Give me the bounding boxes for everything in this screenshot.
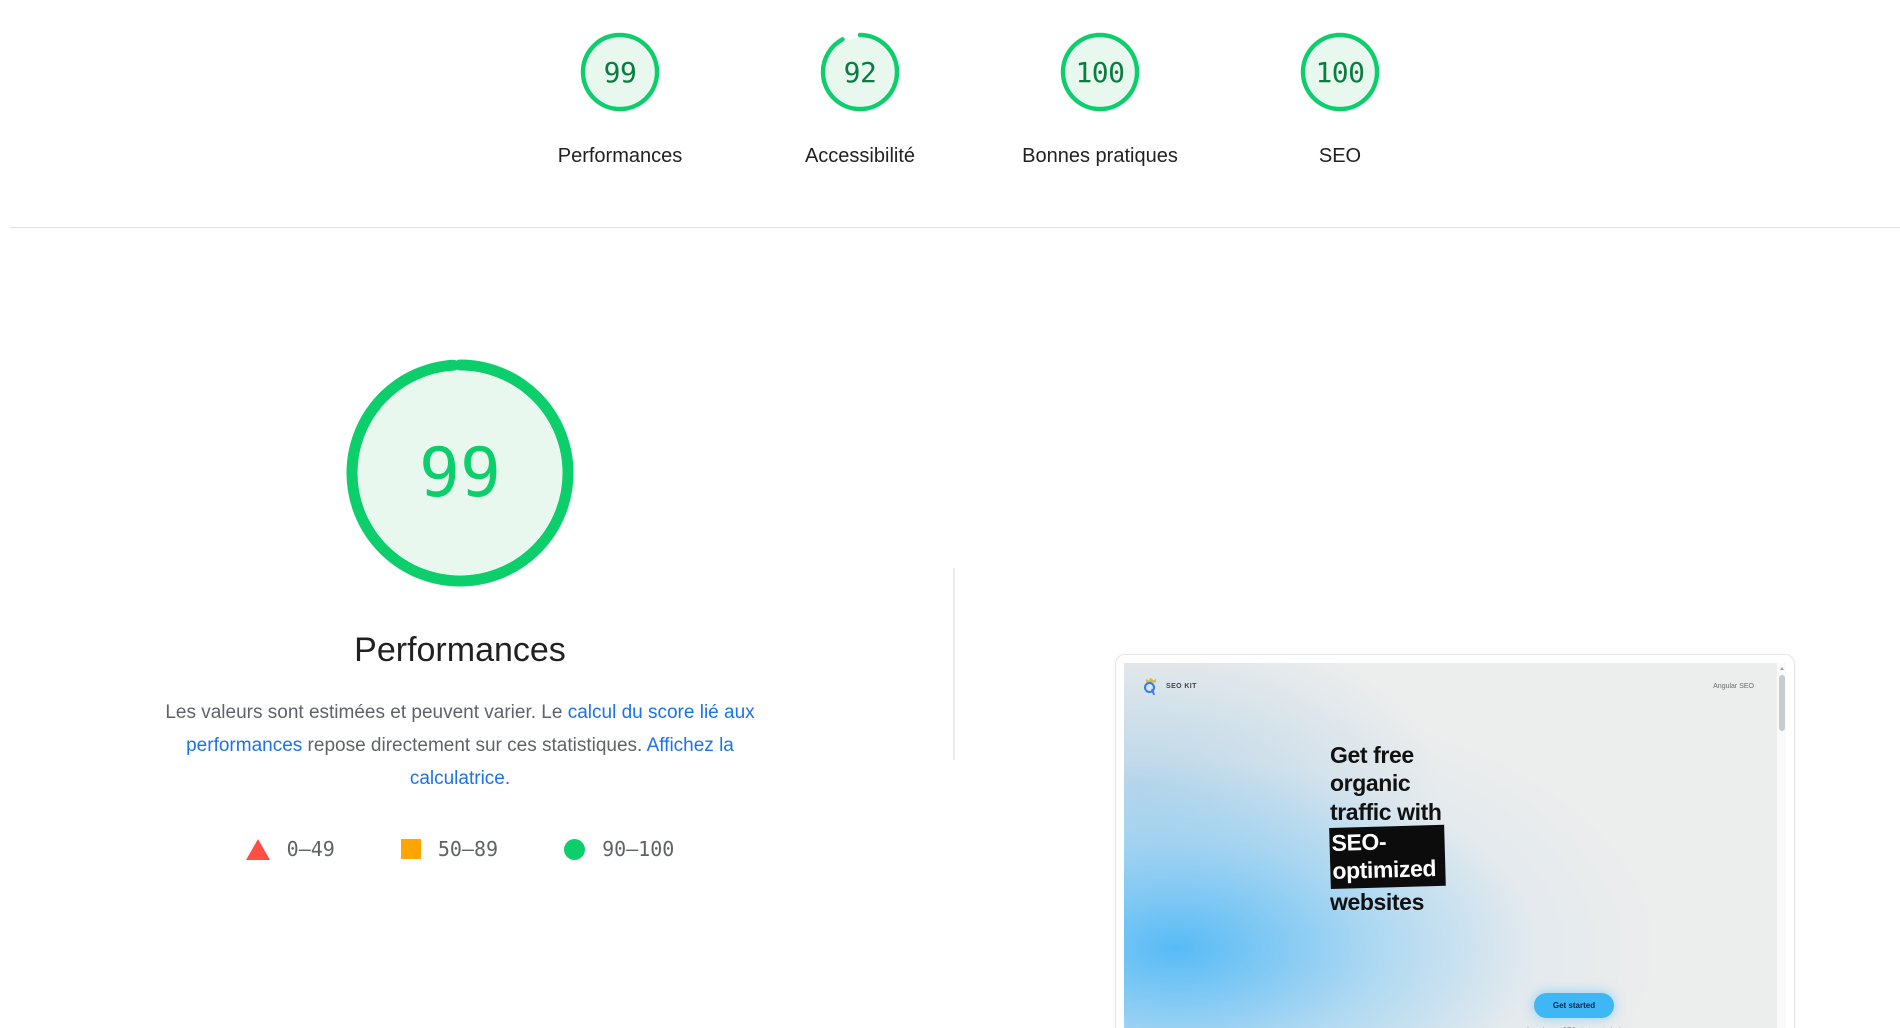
score-gauge-2[interactable]: 92 Accessibilité bbox=[740, 30, 980, 166]
score-gauge-row: 99 Performances 92 Accessibilité 100 Bonnes p… bbox=[500, 30, 1460, 166]
legend-range: 0–49 bbox=[286, 837, 335, 862]
description-part-3: . bbox=[504, 767, 511, 789]
seo-kit-crown-magnifier-icon bbox=[1144, 677, 1159, 695]
score-gauge-label: Performances bbox=[557, 145, 683, 167]
square-orange-icon bbox=[400, 839, 421, 860]
score-gauge-label: SEO bbox=[1318, 145, 1362, 167]
performance-description: Les valeurs sont estimées et peuvent var… bbox=[140, 697, 780, 795]
legend-range: 90–100 bbox=[602, 837, 675, 862]
circle-green-icon bbox=[564, 838, 586, 860]
score-summary-section: 99 Performances 92 Accessibilité 100 Bonnes p… bbox=[0, 0, 1900, 228]
page-screenshot-thumbnail[interactable]: SEO KIT Angular SEO Get free organic tra… bbox=[1115, 654, 1795, 1028]
score-gauge-label: Bonnes pratiques bbox=[1022, 145, 1178, 167]
legend-item: 90–100 bbox=[564, 837, 674, 861]
screenshot-site-header: SEO KIT Angular SEO bbox=[1124, 675, 1776, 697]
screenshot-headline-highlight: SEO- optimized bbox=[1329, 824, 1446, 889]
screenshot-headline-line-1: Get free bbox=[1330, 742, 1414, 768]
screenshot-brand: SEO KIT bbox=[1144, 677, 1197, 695]
screenshot-headline-highlight-1: SEO- bbox=[1331, 828, 1387, 856]
legend-range: 50–89 bbox=[437, 837, 499, 862]
screenshot-headline-highlight-2: optimized bbox=[1331, 855, 1437, 885]
score-gauge-ring: 100 bbox=[1298, 30, 1382, 114]
performance-detail-left: 99 Performances Les valeurs sont estimée… bbox=[0, 228, 920, 861]
triangle-red-icon bbox=[245, 838, 270, 860]
scrollbar-thumb[interactable] bbox=[1779, 675, 1785, 731]
legend-item: 50–89 bbox=[400, 837, 499, 862]
screenshot-brand-label: SEO KIT bbox=[1166, 682, 1197, 690]
score-gauge-3[interactable]: 100 Bonnes pratiques bbox=[980, 30, 1220, 166]
screenshot-content: SEO KIT Angular SEO Get free organic tra… bbox=[1124, 663, 1776, 1028]
screenshot-viewport: SEO KIT Angular SEO Get free organic tra… bbox=[1124, 663, 1786, 1028]
score-gauge-4[interactable]: 100 SEO bbox=[1220, 30, 1460, 166]
scroll-up-arrow-icon[interactable] bbox=[1780, 667, 1784, 670]
score-gauge-1[interactable]: 99 Performances bbox=[500, 30, 740, 166]
page-title: Performances bbox=[354, 631, 566, 669]
screenshot-scrollbar[interactable] bbox=[1776, 663, 1786, 1028]
lighthouse-report: 99 Performances 92 Accessibilité 100 Bonnes p… bbox=[0, 0, 1900, 1028]
description-part-1: Les valeurs sont estimées et peuvent var… bbox=[165, 702, 568, 724]
score-gauge-ring: 100 bbox=[1058, 30, 1142, 114]
score-gauge-ring: 92 bbox=[818, 30, 902, 114]
score-gauge-ring: 99 bbox=[578, 30, 662, 114]
screenshot-hero: Get free organic traffic with SEO- optim… bbox=[1329, 741, 1630, 917]
score-legend: 0–49 50–89 90–100 bbox=[245, 837, 674, 862]
screenshot-get-started-button: Get started bbox=[1533, 993, 1615, 1018]
screenshot-headline-line-4: websites bbox=[1330, 889, 1424, 916]
score-gauge-value: 99 bbox=[603, 55, 637, 89]
description-part-2: repose directement sur ces statistiques. bbox=[302, 735, 647, 757]
performance-gauge-large[interactable]: 99 bbox=[341, 354, 579, 592]
score-gauge-value: 100 bbox=[1315, 55, 1365, 89]
score-gauge-label: Accessibilité bbox=[804, 145, 916, 167]
performance-detail-section: 99 Performances Les valeurs sont estimée… bbox=[0, 228, 1900, 1028]
column-divider bbox=[953, 568, 955, 760]
screenshot-nav-item: Angular SEO bbox=[1713, 682, 1754, 690]
performance-gauge-large-value: 99 bbox=[419, 433, 501, 513]
score-gauge-value: 92 bbox=[843, 55, 877, 89]
legend-item: 0–49 bbox=[245, 837, 335, 862]
screenshot-headline-line-3: traffic with bbox=[1330, 798, 1442, 825]
screenshot-headline-line-2: organic bbox=[1330, 770, 1411, 797]
screenshot-cta-group: Get started launch your SEO strategy tod… bbox=[1484, 993, 1664, 1028]
score-gauge-value: 100 bbox=[1075, 55, 1125, 89]
